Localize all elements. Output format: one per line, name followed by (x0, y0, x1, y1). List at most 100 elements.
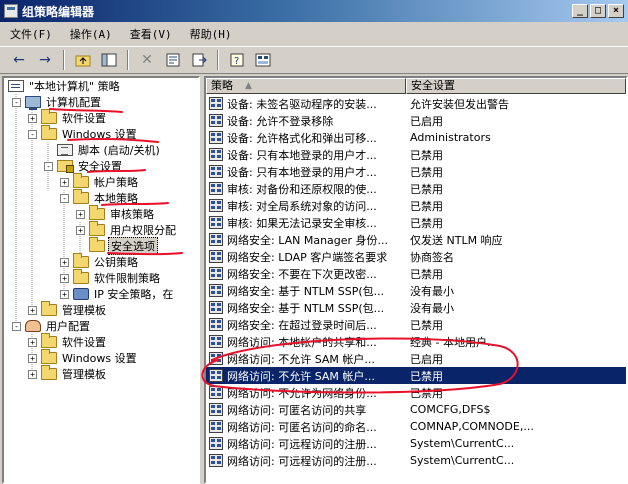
tree-item-admin-templates[interactable]: + 管理模板 (28, 301, 108, 318)
expand-toggle[interactable]: + (76, 209, 85, 219)
policy-setting-icon (209, 403, 223, 416)
policy-row[interactable]: 网络安全: 基于 NTLM SSP(包... 没有最小 (206, 282, 626, 299)
policy-row[interactable]: 网络安全: 不要在下次更改密... 已禁用 (206, 265, 626, 282)
menu-help[interactable]: 帮助(H) (190, 26, 232, 42)
policy-name: 网络安全: LAN Manager 身份... (227, 233, 389, 247)
policy-setting-icon (209, 369, 223, 382)
policy-row[interactable]: 网络访问: 本地帐户的共享和... 经典 - 本地用户... (206, 333, 626, 350)
tree-item-label: 软件限制策略 (94, 272, 160, 285)
collapse-toggle[interactable]: - (28, 129, 37, 139)
tree-item-public-key-policies[interactable]: + 公钥策略 (60, 253, 140, 270)
tree-item-user-windows-settings[interactable]: + Windows 设置 (28, 349, 139, 366)
policy-row[interactable]: 网络访问: 可匿名访问的共享 COMCFG,DFS$ (206, 401, 626, 418)
back-arrow-icon[interactable]: ← (8, 49, 30, 71)
forward-arrow-icon[interactable]: → (34, 49, 56, 71)
menu-action[interactable]: 操作(A) (70, 26, 112, 42)
policy-row[interactable]: 网络安全: 在超过登录时间后... 已禁用 (206, 316, 626, 333)
policy-name: 网络安全: LDAP 客户端签名要求 (227, 250, 388, 264)
tree-item-scripts[interactable]: 脚本 (启动/关机) (44, 142, 162, 158)
policy-row[interactable]: 网络安全: LDAP 客户端签名要求 协商签名 (206, 248, 626, 265)
policy-setting-value: 没有最小 (410, 301, 454, 315)
policy-setting-icon (209, 454, 223, 467)
help-icon[interactable]: ? (226, 49, 248, 71)
policy-row[interactable]: 设备: 只有本地登录的用户才... 已禁用 (206, 163, 626, 180)
tree-item-security-settings[interactable]: - 安全设置 (44, 158, 124, 174)
menu-bar: 文件(F) 操作(A) 查看(V) 帮助(H) (0, 24, 628, 44)
menu-view[interactable]: 查看(V) (130, 26, 172, 42)
policy-row[interactable]: 网络访问: 可远程访问的注册... System\CurrentC... (206, 435, 626, 452)
maximize-button[interactable]: □ (590, 4, 606, 18)
collapse-toggle[interactable]: - (12, 97, 21, 107)
policy-row[interactable]: 网络访问: 不允许 SAM 帐户... 已启用 (206, 350, 626, 367)
policy-row[interactable]: 网络访问: 可远程访问的注册... System\CurrentC... (206, 452, 626, 469)
folder-icon (73, 173, 89, 188)
expand-toggle[interactable]: + (60, 177, 69, 187)
expand-toggle[interactable]: + (60, 273, 69, 283)
tree-item-user-software-settings[interactable]: + 软件设置 (28, 333, 108, 350)
policy-setting-icon (209, 165, 223, 178)
column-header-policy[interactable]: 策略 ▲ (206, 78, 406, 94)
tree-item-label: 脚本 (启动/关机) (78, 144, 160, 157)
policy-row[interactable]: 审核: 对备份和还原权限的使... 已禁用 (206, 180, 626, 197)
expand-toggle[interactable]: + (76, 225, 85, 235)
tree-item-software-restriction[interactable]: + 软件限制策略 (60, 269, 162, 286)
policy-name: 设备: 允许不登录移除 (227, 114, 334, 128)
policy-setting-value: 允许安装但发出警告 (410, 97, 509, 111)
policy-setting-icon (209, 386, 223, 399)
tree-item-label: 软件设置 (62, 112, 106, 125)
expand-toggle[interactable]: + (28, 113, 37, 123)
console-icon[interactable] (252, 49, 274, 71)
policy-row[interactable]: 设备: 只有本地登录的用户才... 已禁用 (206, 146, 626, 163)
expand-toggle[interactable]: + (60, 289, 69, 299)
properties-icon[interactable] (162, 49, 184, 71)
tree-item-security-options[interactable]: 安全选项 (76, 237, 158, 255)
policy-row[interactable]: 设备: 允许格式化和弹出可移... Administrators (206, 129, 626, 146)
collapse-toggle[interactable]: - (44, 161, 53, 171)
policy-setting-value: System\CurrentC... (410, 454, 515, 467)
policy-setting-value: 没有最小 (410, 284, 454, 298)
expand-toggle[interactable]: + (60, 257, 69, 267)
policy-setting-icon (209, 352, 223, 365)
tree-item-software-settings[interactable]: + 软件设置 (28, 109, 108, 126)
menu-file[interactable]: 文件(F) (10, 26, 52, 42)
up-folder-icon[interactable] (72, 49, 94, 71)
show-tree-icon[interactable] (98, 49, 120, 71)
folder-icon (89, 237, 105, 252)
export-icon[interactable] (188, 49, 210, 71)
policy-name: 审核: 如果无法记录安全审核... (227, 216, 377, 230)
delete-icon[interactable]: ✕ (136, 49, 158, 71)
policy-row[interactable]: 网络安全: 基于 NTLM SSP(包... 没有最小 (206, 299, 626, 316)
expand-toggle[interactable]: + (28, 337, 37, 347)
close-button[interactable]: × (608, 4, 624, 18)
policy-row[interactable]: 网络安全: LAN Manager 身份... 仅发送 NTLM 响应 (206, 231, 626, 248)
tree-item-user-admin-templates[interactable]: + 管理模板 (28, 365, 108, 382)
collapse-toggle[interactable]: - (12, 321, 21, 331)
tree-item-ip-security[interactable]: + IP 安全策略，在 (60, 286, 175, 302)
policy-list-pane[interactable]: 策略 ▲ 安全设置 设备: 未签名驱动程序的安装... 允许安装但发出警告 设备: … (204, 76, 628, 484)
tree-item-account-policies[interactable]: + 帐户策略 (60, 173, 140, 190)
policy-row[interactable]: 网络访问: 不允许 SAM 帐户... 已禁用 (206, 367, 626, 384)
policy-row[interactable]: 审核: 如果无法记录安全审核... 已禁用 (206, 214, 626, 231)
policy-row[interactable]: 网络访问: 可匿名访问的命名... COMNAP,COMNODE,... (206, 418, 626, 435)
minimize-button[interactable]: _ (572, 4, 588, 18)
policy-row[interactable]: 设备: 允许不登录移除 已启用 (206, 112, 626, 129)
policy-row[interactable]: 设备: 未签名驱动程序的安装... 允许安装但发出警告 (206, 95, 626, 112)
policy-setting-icon (209, 318, 223, 331)
tree-item-audit-policy[interactable]: + 审核策略 (76, 205, 156, 222)
tree-item-windows-settings[interactable]: - Windows 设置 (28, 125, 139, 142)
collapse-toggle[interactable]: - (60, 193, 69, 203)
expand-toggle[interactable]: + (28, 369, 37, 379)
tree-item-local-computer-policy[interactable]: "本地计算机" 策略 (8, 78, 122, 94)
expand-toggle[interactable]: + (28, 305, 37, 315)
tree-item-computer-config[interactable]: - 计算机配置 (12, 94, 103, 110)
tree-pane[interactable]: "本地计算机" 策略 - 计算机配置 + 软件设置 - Windows 设置 脚… (2, 76, 200, 484)
policy-row[interactable]: 网络访问: 不允许为网络身份... 已禁用 (206, 384, 626, 401)
tree-item-local-policies[interactable]: - 本地策略 (60, 189, 140, 206)
policy-row[interactable]: 审核: 对全局系统对象的访问... 已禁用 (206, 197, 626, 214)
tree-item-user-rights[interactable]: + 用户权限分配 (76, 221, 178, 238)
policy-setting-icon (209, 250, 223, 263)
column-header-setting[interactable]: 安全设置 (406, 78, 626, 94)
expand-toggle[interactable]: + (28, 353, 37, 363)
svg-text:?: ? (234, 56, 239, 67)
tree-item-user-config[interactable]: - 用户配置 (12, 318, 92, 334)
